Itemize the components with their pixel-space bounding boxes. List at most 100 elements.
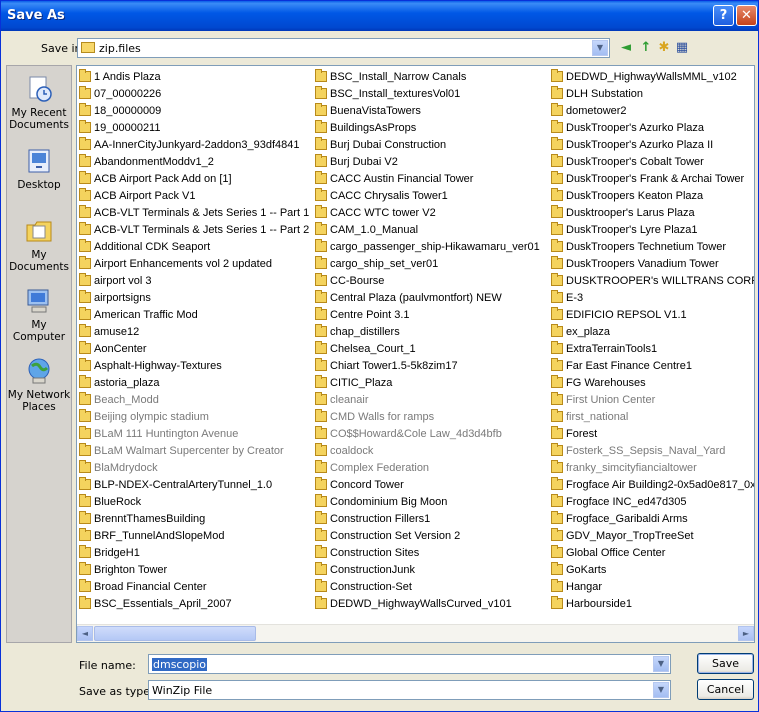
new-folder-icon[interactable]: ✱ (656, 40, 672, 56)
folder-icon (79, 579, 91, 592)
folder-icon (315, 222, 327, 235)
dialog-title: Save As (7, 8, 65, 23)
file-name-text: FG Warehouses (566, 377, 646, 389)
folder-icon (551, 409, 563, 422)
folder-icon (551, 103, 563, 116)
file-name-text: DEDWD_HighwayWallsMML_v102 (566, 71, 737, 83)
place-my-documents[interactable]: My Documents (7, 216, 71, 273)
file-name-text: CACC WTC tower V2 (330, 207, 436, 219)
folder-icon (551, 137, 563, 150)
file-name-text: ex_plaza (566, 326, 611, 338)
close-button[interactable]: ✕ (736, 5, 757, 26)
file-name-text: Chelsea_Court_1 (330, 343, 416, 355)
folder-icon (315, 120, 327, 133)
scroll-right-icon[interactable]: ► (738, 626, 754, 641)
file-name-text: CITIC_Plaza (330, 377, 393, 389)
help-button[interactable]: ? (713, 5, 734, 26)
folder-icon (315, 154, 327, 167)
file-name-text: Harbourside1 (566, 598, 633, 610)
place-label: Desktop (17, 179, 61, 191)
file-name-text: Centre Point 3.1 (330, 309, 410, 321)
file-name-text: CACC Austin Financial Tower (330, 173, 474, 185)
folder-icon (315, 494, 327, 507)
folder-icon (79, 375, 91, 388)
place-my-recent-documents[interactable]: My Recent Documents (7, 74, 71, 131)
file-name-text: cleanair (330, 394, 369, 406)
horizontal-scrollbar[interactable]: ◄ ► (77, 624, 754, 642)
folder-icon (79, 443, 91, 456)
up-folder-icon[interactable]: ↑ (638, 40, 654, 56)
folder-icon (79, 460, 91, 473)
file-name-text: AonCenter (94, 343, 147, 355)
folder-icon (79, 528, 91, 541)
folder-icon (79, 562, 91, 575)
cancel-button[interactable]: Cancel (697, 679, 754, 700)
folder-icon (551, 596, 563, 609)
file-name-text: Construction Set Version 2 (330, 530, 461, 542)
file-name-text: CMD Walls for ramps (330, 411, 435, 423)
folder-icon (79, 341, 91, 354)
chevron-down-icon[interactable]: ▼ (653, 682, 669, 698)
recent-documents-icon (29, 76, 52, 102)
place-desktop[interactable]: Desktop (7, 146, 71, 191)
scroll-thumb[interactable] (94, 626, 256, 641)
title-bar[interactable]: Save As ? ✕ (1, 1, 758, 31)
save-as-dialog: Save As ? ✕ Save in: zip.files ▼ ◄ ↑ ✱ ▦… (0, 0, 759, 712)
folder-icon (315, 273, 327, 286)
folder-icon (79, 409, 91, 422)
place-label: My Documents (9, 249, 69, 273)
folder-icon (551, 205, 563, 218)
folder-icon (551, 171, 563, 184)
file-name-text: Construction-Set (330, 581, 412, 593)
folder-icon (551, 307, 563, 320)
folder-icon (551, 290, 563, 303)
scroll-left-icon[interactable]: ◄ (77, 626, 93, 641)
folder-icon (79, 205, 91, 218)
file-list[interactable]: 1 Andis Plaza 07_00000226 18_00000009 19_00… (76, 65, 755, 643)
file-name-text: DuskTrooper's Azurko Plaza II (566, 139, 714, 151)
file-name-text: American Traffic Mod (94, 309, 198, 321)
file-name-text: 07_00000226 (94, 88, 162, 100)
views-menu-icon[interactable]: ▦ (674, 40, 690, 56)
folder-icon (79, 137, 91, 150)
file-name-text: DuskTroopers Technetium Tower (566, 241, 726, 253)
place-label: My Computer (12, 319, 66, 343)
file-name-text: BSC_Install_texturesVol01 (330, 88, 461, 100)
file-name-text: BlaMdrydock (94, 462, 158, 474)
file-name-text: BRF_TunnelAndSlopeMod (94, 530, 225, 542)
file-name-text: Global Office Center (566, 547, 666, 559)
my-documents-icon (26, 221, 52, 242)
save-in-dropdown[interactable]: zip.files ▼ (77, 38, 610, 58)
place-label: My Recent Documents (9, 107, 69, 131)
places-bar: My Recent Documents Desktop My Documents (6, 65, 72, 643)
folder-icon (315, 341, 327, 354)
file-name-text: BSC_Essentials_April_2007 (94, 598, 232, 610)
file-name-text: ConstructionJunk (330, 564, 415, 576)
folder-icon (315, 256, 327, 269)
file-name-text: BLP-NDEX-CentralArteryTunnel_1.0 (94, 479, 273, 491)
file-name-text: Chiart Tower1.5-5k8zim17 (330, 360, 458, 372)
folder-icon (79, 494, 91, 507)
folder-icon (315, 562, 327, 575)
back-icon[interactable]: ◄ (618, 40, 634, 56)
file-name-text: BuenaVistaTowers (330, 105, 421, 117)
file-name-text: DuskTroopers Keaton Plaza (566, 190, 704, 202)
place-my-network-places[interactable]: My Network Places (7, 356, 71, 413)
desktop-icon (28, 149, 50, 173)
place-my-computer[interactable]: My Computer (7, 286, 71, 343)
file-name-text: Frogface Air Building2-0x5ad0e817_0x6d2e… (566, 479, 755, 491)
folder-icon (79, 256, 91, 269)
file-name-input[interactable]: dmscopio ▼ (148, 654, 671, 674)
my-computer-icon (27, 289, 49, 313)
folder-icon (79, 103, 91, 116)
file-name-text: Hangar (566, 581, 603, 593)
save-as-type-select[interactable]: WinZip File ▼ (148, 680, 671, 700)
file-name-text: Far East Finance Centre1 (566, 360, 692, 372)
folder-icon (315, 426, 327, 439)
chevron-down-icon[interactable]: ▼ (592, 40, 608, 56)
chevron-down-icon[interactable]: ▼ (653, 656, 669, 672)
folder-icon (79, 239, 91, 252)
folder-icon (551, 460, 563, 473)
file-name-text: 19_00000211 (94, 122, 161, 134)
save-button[interactable]: Save (697, 653, 754, 674)
